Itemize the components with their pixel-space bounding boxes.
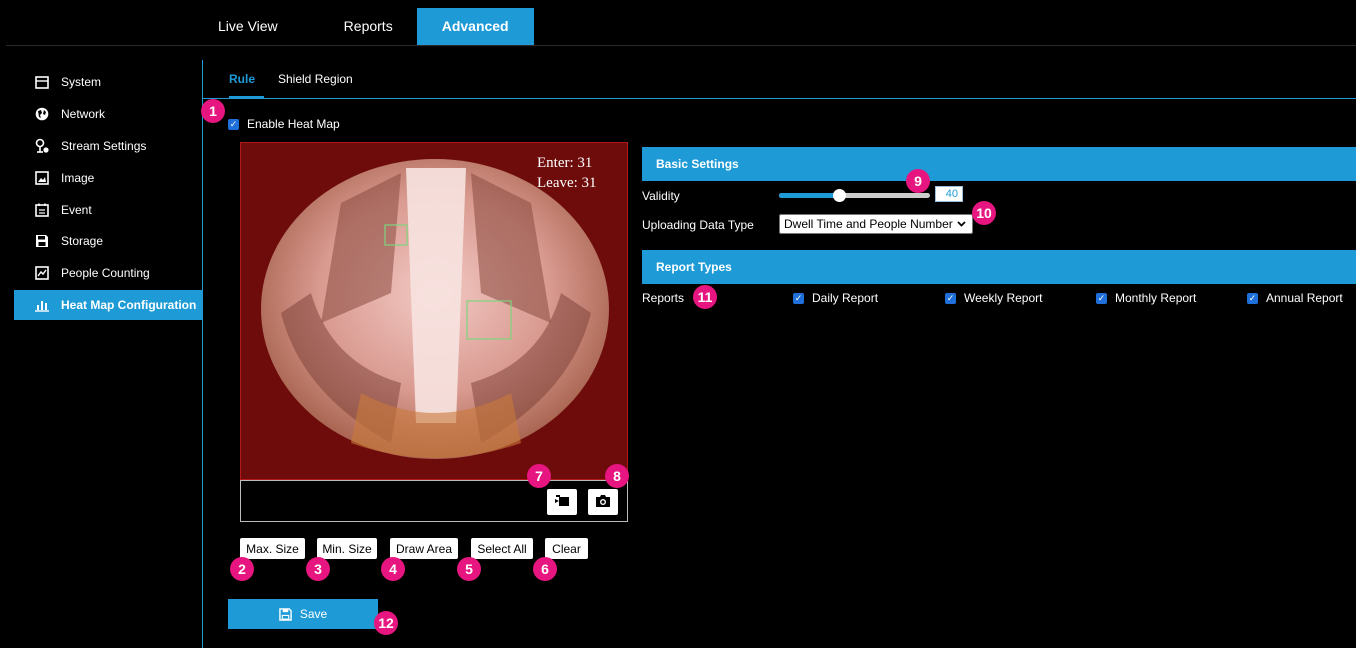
sidebar-item-label: Network: [61, 107, 106, 121]
clear-button[interactable]: Clear: [545, 538, 588, 559]
save-label: Save: [299, 607, 328, 621]
counter-overlay: Enter: 31 Leave: 31: [537, 153, 597, 193]
sidebar-item-label: Event: [61, 203, 92, 217]
callout-badge: 9: [906, 169, 930, 193]
tab-live-view[interactable]: Live View: [201, 8, 295, 45]
window-icon: [35, 75, 49, 89]
max-size-button[interactable]: Max. Size: [240, 538, 305, 559]
people-counter-icon: [35, 266, 49, 280]
callout-badge: 12: [374, 611, 398, 635]
report-types-header: Report Types: [642, 250, 1356, 284]
sidebar-item-heat-map-configuration[interactable]: Heat Map Configuration: [14, 290, 202, 320]
monthly-report-option[interactable]: ✓ Monthly Report: [1096, 291, 1196, 305]
sidebar-item-event[interactable]: Event: [6, 195, 202, 225]
uploading-data-type-select[interactable]: Dwell Time and People Number: [779, 214, 973, 234]
floppy-icon: [35, 234, 49, 248]
callout-badge: 7: [527, 464, 551, 488]
camera-icon: [595, 494, 611, 511]
bar-chart-icon: [35, 298, 49, 312]
sidebar-item-network[interactable]: Network: [6, 99, 202, 129]
sidebar-item-stream-settings[interactable]: Stream Settings: [6, 131, 202, 161]
save-icon: [279, 607, 292, 621]
validity-slider-thumb[interactable]: [833, 189, 846, 202]
sidebar-item-label: Heat Map Configuration: [61, 298, 197, 312]
sidebar-item-label: System: [61, 75, 102, 89]
sidebar-item-label: People Counting: [61, 266, 150, 280]
callout-badge: 6: [533, 557, 557, 581]
callout-badge: 1: [201, 99, 225, 123]
min-size-button[interactable]: Min. Size: [317, 538, 377, 559]
validity-input[interactable]: 40: [935, 186, 963, 202]
draw-area-button[interactable]: Draw Area: [390, 538, 458, 559]
snapshot-button[interactable]: [588, 489, 618, 515]
annual-report-label: Annual Report: [1266, 291, 1343, 305]
enter-count: Enter: 31: [537, 155, 593, 171]
callout-badge: 11: [693, 285, 717, 309]
daily-report-label: Daily Report: [812, 291, 879, 305]
calendar-icon: [35, 203, 49, 217]
chevron-down-icon: [957, 221, 966, 227]
save-button[interactable]: Save: [228, 599, 378, 629]
camera-settings-icon: [35, 138, 49, 153]
video-preview[interactable]: Enter: 31 Leave: 31: [240, 142, 628, 480]
weekly-report-label: Weekly Report: [964, 291, 1043, 305]
annual-report-option[interactable]: ✓ Annual Report: [1247, 291, 1343, 305]
uploading-data-type-label: Uploading Data Type: [642, 218, 754, 232]
tab-reports[interactable]: Reports: [295, 8, 417, 45]
sidebar-item-image[interactable]: Image: [6, 163, 202, 193]
callout-badge: 5: [457, 557, 481, 581]
enable-heat-map-label: Enable Heat Map: [247, 117, 340, 131]
sub-tabs: Rule Shield Region: [203, 60, 1356, 99]
globe-icon: [35, 107, 49, 121]
callout-badge: 3: [306, 557, 330, 581]
video-controls: [240, 480, 628, 522]
top-nav: Live View Reports Advanced: [201, 8, 534, 45]
weekly-report-checkbox[interactable]: ✓: [945, 292, 956, 304]
sidebar-item-system[interactable]: System: [6, 67, 202, 97]
fisheye-image: [261, 159, 609, 459]
uploading-data-type-value: Dwell Time and People Number: [784, 217, 953, 231]
basic-settings-header: Basic Settings: [642, 147, 1356, 181]
callout-badge: 4: [381, 557, 405, 581]
tab-advanced[interactable]: Advanced: [416, 8, 534, 45]
monthly-report-checkbox[interactable]: ✓: [1096, 292, 1107, 304]
validity-slider[interactable]: [779, 189, 930, 202]
reports-label: Reports: [642, 291, 685, 305]
sidebar-item-label: Image: [61, 171, 95, 185]
callout-badge: 8: [605, 464, 629, 488]
video-camera-icon: [554, 494, 570, 510]
daily-report-option[interactable]: ✓ Daily Report: [793, 291, 878, 305]
tab-shield-region[interactable]: Shield Region: [278, 60, 353, 98]
tab-rule[interactable]: Rule: [229, 60, 264, 98]
sidebar-item-label: Storage: [61, 234, 104, 248]
weekly-report-option[interactable]: ✓ Weekly Report: [945, 291, 1042, 305]
select-all-button[interactable]: Select All: [471, 538, 533, 559]
sidebar-item-storage[interactable]: Storage: [6, 226, 202, 256]
daily-report-checkbox[interactable]: ✓: [793, 292, 804, 304]
monthly-report-label: Monthly Report: [1115, 291, 1197, 305]
sidebar: System Network Stream Settings Image Eve…: [6, 60, 203, 648]
sidebar-item-people-counting[interactable]: People Counting: [6, 258, 202, 288]
leave-count: Leave: 31: [537, 175, 597, 191]
callout-badge: 10: [972, 201, 996, 225]
validity-label: Validity: [642, 189, 680, 203]
annual-report-checkbox[interactable]: ✓: [1247, 292, 1258, 304]
enable-heat-map-row: ✓ Enable Heat Map: [228, 117, 340, 131]
image-icon: [35, 171, 49, 185]
callout-badge: 2: [230, 557, 254, 581]
validity-slider-fill: [779, 193, 839, 198]
record-button[interactable]: [547, 489, 577, 515]
enable-heat-map-checkbox[interactable]: ✓: [228, 118, 239, 130]
sidebar-item-label: Stream Settings: [61, 139, 147, 153]
